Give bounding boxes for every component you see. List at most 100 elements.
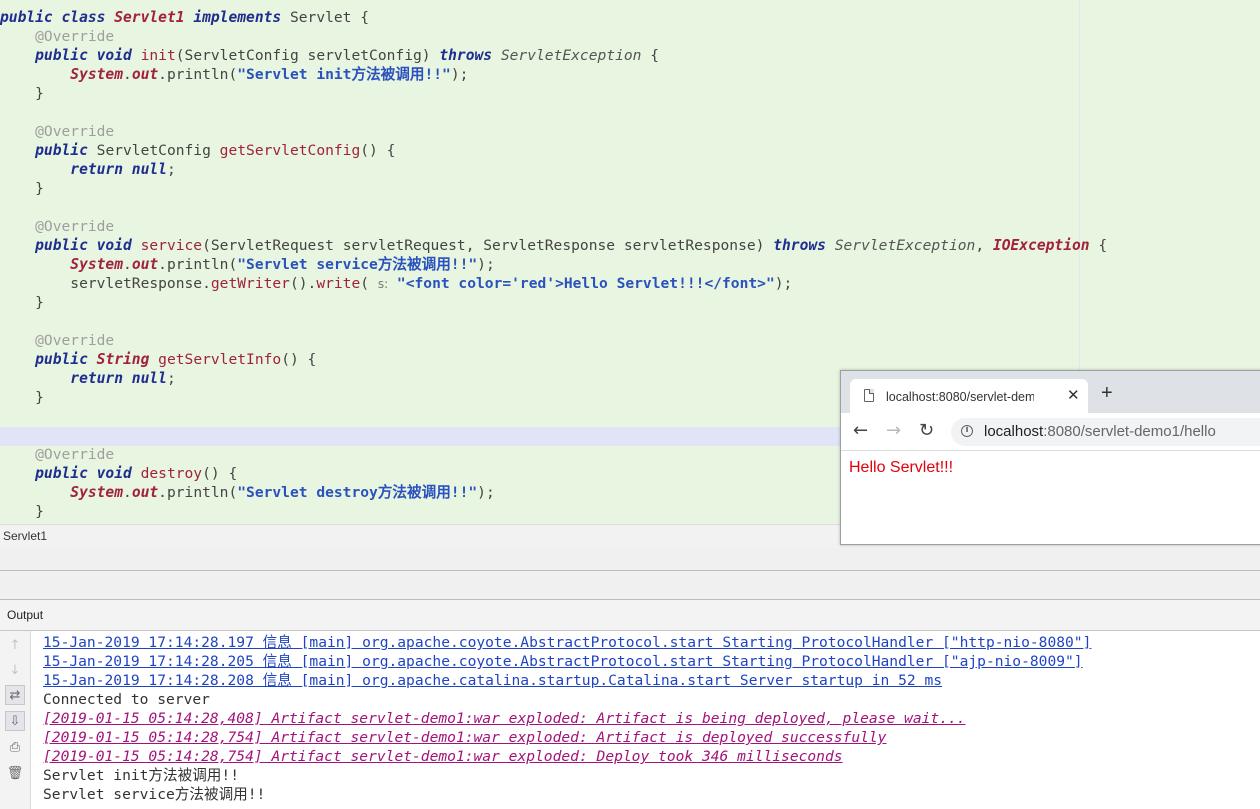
code-token: write (316, 275, 361, 292)
back-arrow-icon[interactable]: ← (853, 421, 868, 441)
code-token: ( (360, 275, 378, 292)
code-token: return null (0, 161, 167, 178)
code-token: "Servlet service方法被调用!!" (237, 256, 478, 273)
code-line[interactable]: @Override (0, 122, 1107, 141)
code-token: "Servlet destroy方法被调用!!" (237, 484, 478, 501)
code-token: ); (450, 66, 469, 83)
log-line: Servlet service方法被调用!! (43, 786, 266, 803)
code-line[interactable]: @Override (0, 331, 1107, 350)
code-line[interactable]: public void init(ServletConfig servletCo… (0, 46, 1107, 65)
code-token: out (131, 484, 159, 501)
address-url[interactable]: localhost:8080/servlet-demo1/hello (984, 423, 1216, 440)
code-token: ServletException (834, 237, 976, 254)
code-line[interactable] (0, 312, 1107, 331)
tool-window-strip (0, 571, 1260, 600)
code-token: .println( (158, 66, 238, 83)
code-token: throws (773, 237, 835, 254)
arrow-up-icon[interactable]: ↑ (5, 635, 25, 655)
code-line[interactable]: public void service(ServletRequest servl… (0, 236, 1107, 255)
code-token: System (0, 256, 124, 273)
code-token: } (0, 294, 44, 311)
code-token: { (650, 47, 660, 64)
code-token: } (0, 180, 44, 197)
code-token: ; (166, 370, 176, 387)
code-token: "Servlet init方法被调用!!" (237, 66, 451, 83)
browser-tab-strip: localhost:8080/servlet-demo1/ ✕ + (841, 371, 1260, 413)
scroll-to-end-icon[interactable]: ⇩ (5, 711, 25, 731)
code-line[interactable]: System.out.println("Servlet init方法被调用!!"… (0, 65, 1107, 84)
soft-wrap-icon[interactable]: ⇄ (5, 685, 25, 705)
browser-tab[interactable]: localhost:8080/servlet-demo1/ ✕ (850, 379, 1088, 413)
new-tab-icon[interactable]: + (1101, 383, 1113, 403)
log-line[interactable]: [2019-01-15 05:14:28,754] Artifact servl… (43, 728, 1091, 747)
tab-title: localhost:8080/servlet-demo1/ (886, 390, 1034, 404)
editor-status-strip (0, 548, 1260, 571)
code-token: getServletConfig (219, 142, 361, 159)
browser-window: localhost:8080/servlet-demo1/ ✕ + ← → ↻ … (840, 370, 1260, 545)
forward-arrow-icon[interactable]: → (886, 421, 901, 441)
code-token: ); (477, 256, 495, 273)
output-log[interactable]: 15-Jan-2019 17:14:28.197 信息 [main] org.a… (43, 633, 1091, 804)
output-panel-header: Output (0, 600, 1260, 631)
code-token: servletResponse. (0, 275, 211, 292)
code-line[interactable]: return null; (0, 160, 1107, 179)
code-line[interactable]: @Override (0, 27, 1107, 46)
code-token: @Override (0, 123, 115, 140)
code-line[interactable]: } (0, 179, 1107, 198)
code-token: () { (202, 465, 238, 482)
code-token: System (0, 66, 124, 83)
code-token: System (0, 484, 124, 501)
code-line[interactable]: @Override (0, 217, 1107, 236)
code-token: public (0, 351, 97, 368)
code-token: @Override (0, 218, 115, 235)
code-token: , (975, 237, 993, 254)
output-panel-title[interactable]: Output (7, 608, 43, 622)
code-token: return null (0, 370, 167, 387)
code-token: { (1098, 237, 1108, 254)
code-token: public void (0, 465, 141, 482)
breadcrumb-class[interactable]: Servlet1 (3, 529, 47, 543)
code-token: ServletException (500, 47, 651, 64)
print-icon[interactable]: ⎙ (5, 737, 25, 757)
code-token: @Override (0, 332, 115, 349)
code-line[interactable]: public ServletConfig getServletConfig() … (0, 141, 1107, 160)
code-token: init (140, 47, 176, 64)
code-line[interactable]: public String getServletInfo() { (0, 350, 1107, 369)
log-line[interactable]: 15-Jan-2019 17:14:28.197 信息 [main] org.a… (43, 633, 1091, 652)
log-line[interactable]: [2019-01-15 05:14:28,408] Artifact servl… (43, 709, 1091, 728)
code-token: public void (0, 237, 141, 254)
code-token: s: (377, 277, 389, 291)
code-line[interactable]: public class Servlet1 implements Servlet… (0, 8, 1107, 27)
code-line[interactable] (0, 198, 1107, 217)
code-line[interactable]: } (0, 293, 1107, 312)
browser-toolbar: ← → ↻ i localhost:8080/servlet-demo1/hel… (841, 413, 1260, 451)
code-line[interactable] (0, 103, 1107, 122)
code-token: public class (0, 9, 115, 26)
code-token: String (96, 351, 159, 368)
code-token: out (131, 66, 159, 83)
arrow-down-icon[interactable]: ↓ (5, 660, 25, 680)
url-host: localhost (984, 423, 1044, 440)
code-token: } (0, 503, 44, 520)
log-line[interactable]: [2019-01-15 05:14:28,754] Artifact servl… (43, 747, 1091, 766)
code-line[interactable]: } (0, 84, 1107, 103)
log-line[interactable]: 15-Jan-2019 17:14:28.208 信息 [main] org.a… (43, 671, 1091, 690)
code-token: "<font color='red'>Hello Servlet!!!</fon… (396, 275, 775, 292)
reload-icon[interactable]: ↻ (919, 421, 934, 441)
close-tab-icon[interactable]: ✕ (1067, 386, 1080, 404)
code-line[interactable]: servletResponse.getWriter().write( s: "<… (0, 274, 1107, 293)
address-bar[interactable]: i localhost:8080/servlet-demo1/hello (951, 418, 1260, 446)
code-token: .println( (158, 256, 238, 273)
log-line: Connected to server (43, 691, 210, 708)
code-token: out (131, 256, 159, 273)
info-icon[interactable]: i (961, 425, 973, 437)
trash-icon[interactable]: 🗑 (5, 763, 25, 783)
log-line[interactable]: 15-Jan-2019 17:14:28.205 信息 [main] org.a… (43, 652, 1091, 671)
code-line[interactable]: System.out.println("Servlet service方法被调用… (0, 255, 1107, 274)
page-icon (864, 389, 874, 402)
